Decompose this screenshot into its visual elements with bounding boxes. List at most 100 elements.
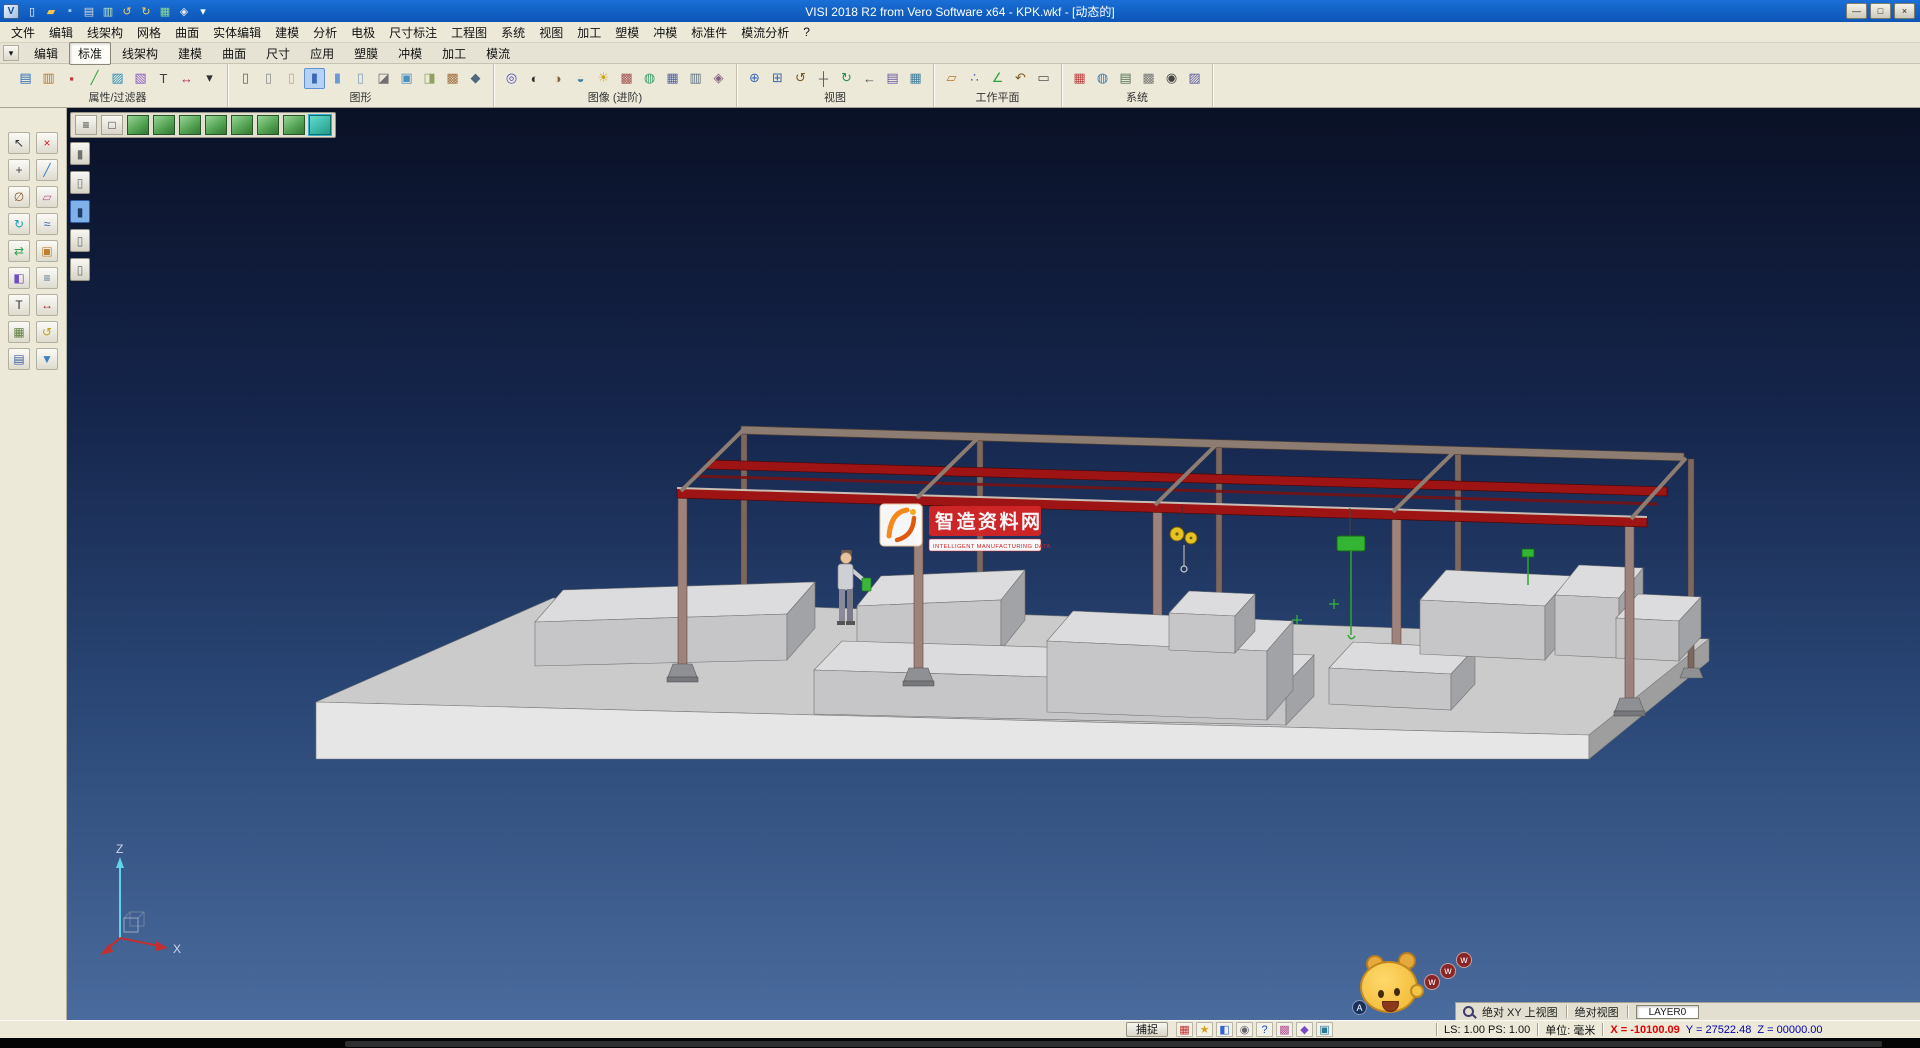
tab-die[interactable]: 冲模: [389, 42, 431, 65]
menu-help[interactable]: ?: [796, 23, 817, 41]
workplane-rotate-icon[interactable]: ↶: [1010, 68, 1031, 89]
hidden-line-mode-icon[interactable]: ▯: [258, 68, 279, 89]
undo-icon[interactable]: ↺: [36, 321, 58, 343]
menu-solid-edit[interactable]: 实体编辑: [206, 22, 268, 43]
shadow-icon[interactable]: ◑: [547, 68, 568, 89]
help-icon[interactable]: ?: [1256, 1022, 1273, 1037]
copy-properties-icon[interactable]: ▥: [38, 68, 59, 89]
qat-redo-icon[interactable]: ↻: [138, 3, 154, 19]
menu-surface[interactable]: 曲面: [168, 22, 206, 43]
filter-curves-icon[interactable]: ╱: [84, 68, 105, 89]
qat-save-icon[interactable]: ▪: [62, 3, 78, 19]
filter-solids-icon[interactable]: ▧: [130, 68, 151, 89]
rotate-view-icon[interactable]: ↻: [836, 68, 857, 89]
offset-icon[interactable]: ≡: [36, 267, 58, 289]
tab-application[interactable]: 应用: [301, 42, 343, 65]
point-icon[interactable]: +: [8, 159, 30, 181]
delete-icon[interactable]: ×: [36, 132, 58, 154]
layer-manager-icon[interactable]: ▤: [1115, 68, 1136, 89]
tab-moldflow[interactable]: 模流: [477, 42, 519, 65]
named-views-icon[interactable]: ▤: [882, 68, 903, 89]
menu-analysis[interactable]: 分析: [306, 22, 344, 43]
maximize-button[interactable]: □: [1870, 3, 1891, 19]
wireframe-mode-icon[interactable]: ▯: [235, 68, 256, 89]
qat-settings-icon[interactable]: ◈: [176, 3, 192, 19]
previous-view-icon[interactable]: ←: [859, 68, 880, 89]
shaded-edges-mode-icon[interactable]: ▮: [327, 68, 348, 89]
texture-display-icon[interactable]: ▩: [442, 68, 463, 89]
dimension-icon[interactable]: ↔: [36, 294, 58, 316]
tab-molding[interactable]: 塑膜: [345, 42, 387, 65]
display-mode-icon[interactable]: ◧: [1216, 1022, 1233, 1037]
rotate-icon[interactable]: ↻: [8, 213, 30, 235]
windows-taskbar[interactable]: [0, 1038, 1920, 1048]
pan-icon[interactable]: ┼: [813, 68, 834, 89]
environment-icon[interactable]: ◍: [639, 68, 660, 89]
layers-icon[interactable]: ▤: [8, 348, 30, 370]
tab-modeling[interactable]: 建模: [169, 42, 211, 65]
model-viewport[interactable]: 智造资料网 INTELLIGENT MANUFACTURING DATA Z X: [67, 108, 1920, 1020]
edit-geometry-icon[interactable]: ╱: [36, 159, 58, 181]
select-icon[interactable]: ↖: [8, 132, 30, 154]
save-view-icon[interactable]: ▼: [36, 348, 58, 370]
grid-icon[interactable]: ▩: [1138, 68, 1159, 89]
menu-standard-parts[interactable]: 标准件: [684, 22, 734, 43]
menu-file[interactable]: 文件: [4, 22, 42, 43]
view-left-icon[interactable]: [257, 115, 279, 135]
workplane-standard-icon[interactable]: ▱: [941, 68, 962, 89]
modify-icon[interactable]: ≈: [36, 213, 58, 235]
dashed-hidden-mode-icon[interactable]: ▯: [281, 68, 302, 89]
show-points-toggle[interactable]: ▯: [70, 229, 90, 252]
view-iso-icon[interactable]: [127, 115, 149, 135]
app-icon[interactable]: V: [3, 4, 19, 19]
workplane-3points-icon[interactable]: ∴: [964, 68, 985, 89]
graphics-settings-icon[interactable]: ◆: [465, 68, 486, 89]
view-front-icon[interactable]: [179, 115, 201, 135]
workplane-reset-icon[interactable]: ▭: [1033, 68, 1054, 89]
tab-machining[interactable]: 加工: [433, 42, 475, 65]
move-icon[interactable]: ⇄: [8, 240, 30, 262]
color-palette-icon[interactable]: ▦: [1069, 68, 1090, 89]
menu-wireframe[interactable]: 线架构: [80, 22, 130, 43]
material-icon[interactable]: ▩: [616, 68, 637, 89]
multi-view-icon[interactable]: ▥: [685, 68, 706, 89]
filter-text-icon[interactable]: T: [153, 68, 174, 89]
tab-edit[interactable]: 编辑: [25, 42, 67, 65]
menu-drawing[interactable]: 工程图: [444, 22, 494, 43]
filter-surfaces-icon[interactable]: ▨: [107, 68, 128, 89]
view-menu-icon[interactable]: ≡: [75, 115, 97, 135]
zoom-fit-icon[interactable]: ⊕: [744, 68, 765, 89]
active-layer-indicator[interactable]: LAYER0: [1636, 1005, 1700, 1019]
shaded-mode-icon[interactable]: ▮: [304, 68, 325, 89]
text-icon[interactable]: T: [8, 294, 30, 316]
stereo-glasses-icon[interactable]: ◐: [524, 68, 545, 89]
tab-dimension[interactable]: 尺寸: [257, 42, 299, 65]
snap-settings-icon[interactable]: ▦: [1176, 1022, 1193, 1037]
menu-die[interactable]: 冲模: [646, 22, 684, 43]
viewport-layout-icon[interactable]: ▦: [905, 68, 926, 89]
advanced-settings-icon[interactable]: ◈: [708, 68, 729, 89]
ghost-mode-icon[interactable]: ▯: [350, 68, 371, 89]
menu-modeling[interactable]: 建模: [268, 22, 306, 43]
zoom-window-icon[interactable]: ⊞: [767, 68, 788, 89]
render-mode-icon[interactable]: ◆: [1296, 1022, 1313, 1037]
qat-undo-icon[interactable]: ↺: [119, 3, 135, 19]
eraser-icon[interactable]: ▱: [36, 186, 58, 208]
minimize-button[interactable]: —: [1846, 3, 1867, 19]
view-back-icon[interactable]: [231, 115, 253, 135]
toolbar-options-dropdown[interactable]: ▾: [3, 45, 19, 61]
workplane-indicator[interactable]: 绝对 XY 上视图: [1482, 1004, 1558, 1020]
show-annotations-toggle[interactable]: ▯: [70, 258, 90, 281]
show-wireframe-toggle[interactable]: ▮: [70, 200, 90, 223]
filter-dropdown-arrow[interactable]: ▾: [199, 68, 220, 89]
menu-dimension[interactable]: 尺寸标注: [382, 22, 444, 43]
menu-mold[interactable]: 塑模: [608, 22, 646, 43]
lights-icon[interactable]: ☀: [593, 68, 614, 89]
menu-view[interactable]: 视图: [532, 22, 570, 43]
view-wireframe-box-icon[interactable]: □: [101, 115, 123, 135]
system-settings-icon[interactable]: ◉: [1161, 68, 1182, 89]
3d-scene[interactable]: 智造资料网 INTELLIGENT MANUFACTURING DATA Z X: [67, 108, 1920, 1020]
menu-system[interactable]: 系统: [494, 22, 532, 43]
tab-standard[interactable]: 标准: [69, 42, 111, 65]
section-view-icon[interactable]: ◪: [373, 68, 394, 89]
